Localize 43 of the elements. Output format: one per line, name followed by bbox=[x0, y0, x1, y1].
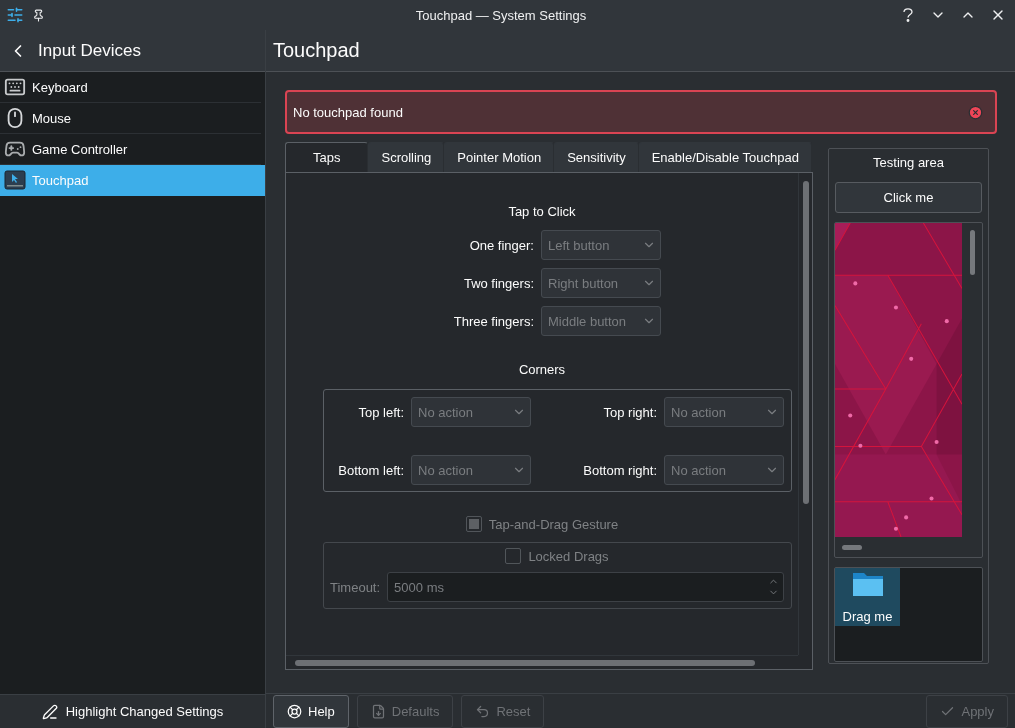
tab[interactable]: Sensitivity bbox=[554, 142, 639, 172]
page-title: Touchpad bbox=[273, 39, 360, 62]
checkbox-label: Tap-and-Drag Gesture bbox=[488, 516, 619, 532]
tab[interactable]: Scrolling bbox=[368, 142, 445, 172]
panel-title: Testing area bbox=[873, 155, 944, 170]
field-label: Top right: bbox=[603, 404, 657, 420]
scrollbar-thumb[interactable] bbox=[969, 230, 975, 275]
section-heading: Corners bbox=[518, 361, 566, 378]
settings-icon[interactable] bbox=[6, 6, 24, 24]
field-label: Top left: bbox=[358, 404, 404, 420]
highlight-changed-settings-button[interactable]: Highlight Changed Settings bbox=[0, 694, 265, 728]
click-me-button[interactable]: Click me bbox=[835, 182, 982, 213]
sidebar-title: Input Devices bbox=[38, 40, 141, 61]
sidebar-item[interactable]: Keyboard bbox=[0, 72, 261, 103]
scrollbar-thumb[interactable] bbox=[842, 544, 862, 550]
scrollbar-thumb[interactable] bbox=[802, 181, 809, 504]
pin-icon[interactable] bbox=[32, 8, 45, 22]
touchpad-icon bbox=[4, 169, 26, 191]
document-icon bbox=[370, 703, 386, 719]
highlighter-icon bbox=[41, 703, 58, 720]
help-button[interactable]: Help bbox=[273, 694, 349, 728]
undo-icon bbox=[475, 703, 491, 719]
folder-icon bbox=[851, 571, 884, 597]
field-label: Timeout: bbox=[330, 579, 381, 595]
field-label: Two fingers: bbox=[463, 275, 534, 291]
tab[interactable]: Enable/Disable Touchpad bbox=[638, 142, 812, 172]
keyboard-icon bbox=[4, 76, 26, 98]
sidebar-item[interactable]: Mouse bbox=[0, 103, 261, 134]
field-label: Bottom right: bbox=[583, 462, 657, 478]
checkbox-label: Locked Drags bbox=[528, 548, 609, 564]
field-label: Bottom left: bbox=[338, 462, 404, 478]
tab[interactable]: Taps bbox=[285, 142, 369, 172]
close-icon[interactable] bbox=[968, 104, 983, 120]
scrollbar-thumb[interactable] bbox=[295, 659, 755, 666]
drag-item[interactable]: Drag me bbox=[835, 568, 900, 626]
field-label: One finger: bbox=[469, 237, 534, 253]
question-mark-icon bbox=[903, 8, 913, 22]
window-title: Touchpad — System Settings bbox=[414, 7, 588, 23]
section-heading: Tap to Click bbox=[508, 203, 576, 220]
lifebuoy-icon bbox=[287, 703, 302, 719]
field-label: Three fingers: bbox=[453, 313, 534, 329]
tab[interactable]: Pointer Motion bbox=[444, 142, 555, 172]
error-message: No touchpad found bbox=[293, 104, 403, 120]
